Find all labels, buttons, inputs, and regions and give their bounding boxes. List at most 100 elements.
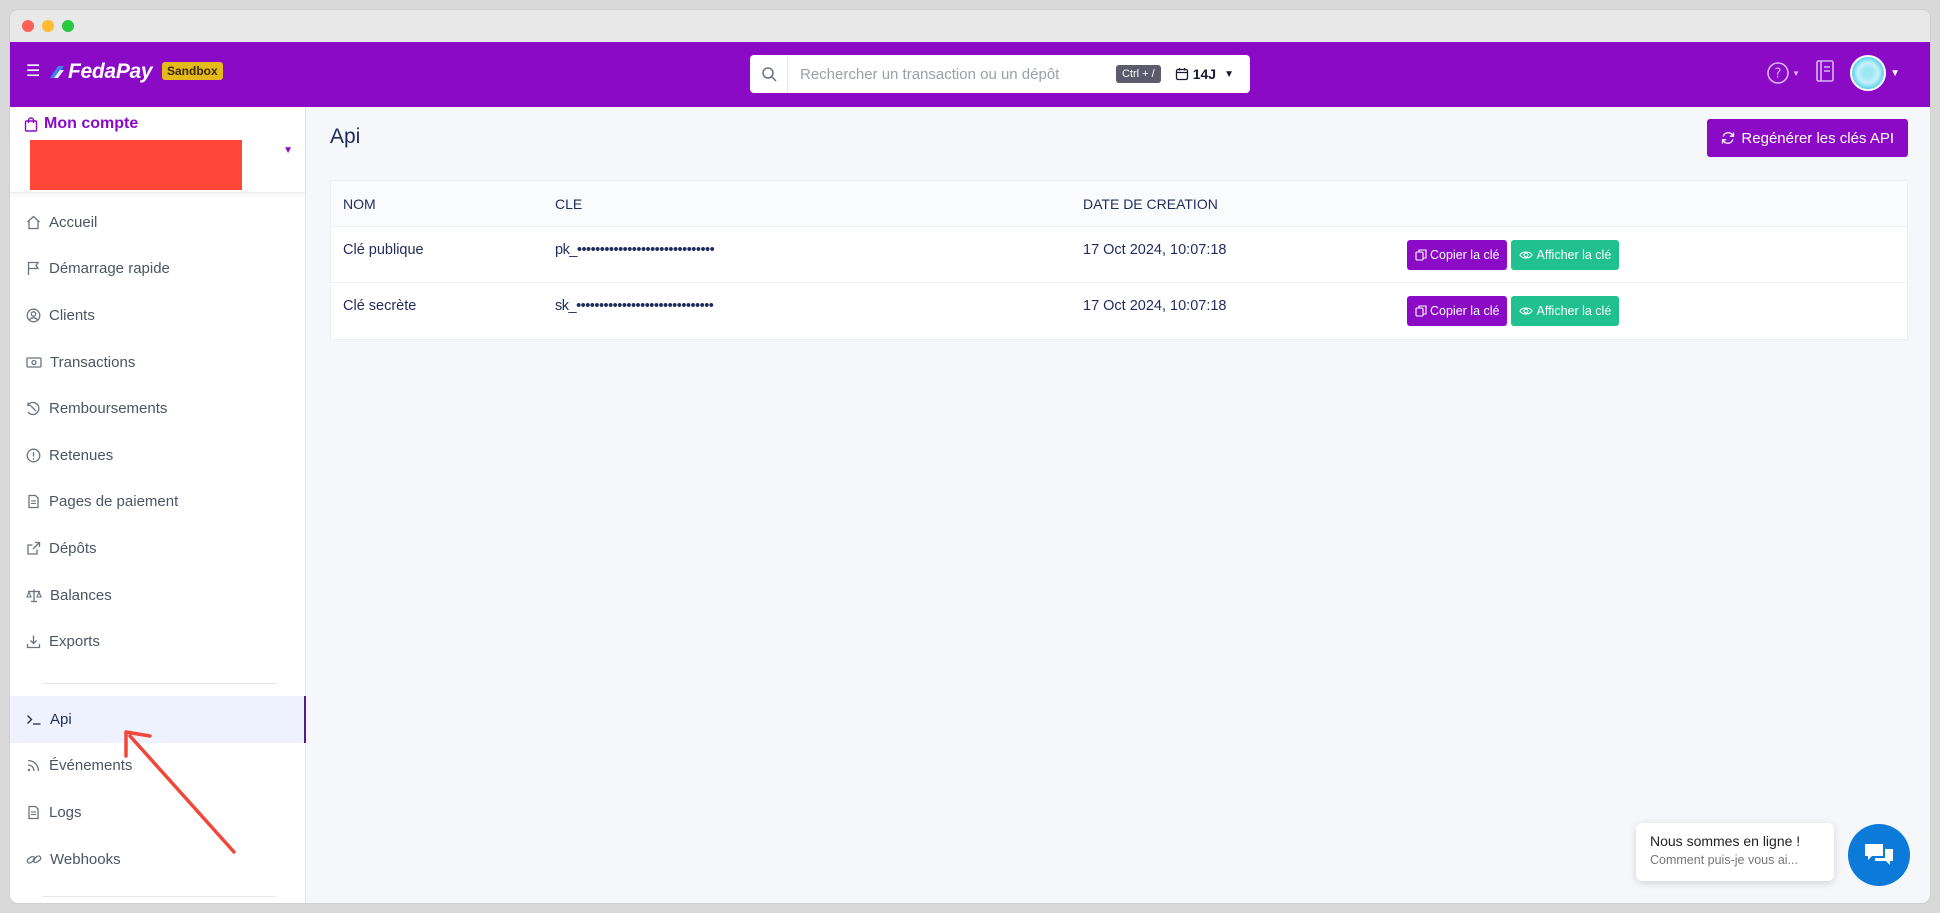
window-titlebar	[10, 10, 1930, 42]
chat-icon	[1865, 844, 1893, 865]
sidebar-item-label: Logs	[49, 803, 82, 821]
minimize-window-button[interactable]	[42, 20, 54, 32]
sidebar-item-label: Clients	[49, 306, 95, 324]
sidebar-item-transactions[interactable]: Transactions	[10, 339, 306, 386]
refresh-icon	[1722, 132, 1735, 144]
sidebar-item-label: Remboursements	[49, 400, 168, 418]
chevron-down-icon[interactable]: ▼	[1890, 68, 1900, 79]
key-actions: Copier la clé Afficher la clé	[1407, 296, 1907, 326]
sidebar-item-logs[interactable]: Logs	[10, 789, 306, 836]
refund-icon	[27, 402, 40, 416]
logo-text: FedaPay	[68, 60, 153, 83]
sidebar-item-webhooks[interactable]: Webhooks	[10, 836, 306, 883]
column-header-cle: CLE	[555, 195, 583, 212]
chat-greeting-subtitle: Comment puis-je vous ai...	[1650, 853, 1798, 867]
flag-icon	[27, 262, 40, 276]
sidebar-item-label: Dépôts	[49, 539, 97, 557]
sidebar-item-accueil[interactable]: Accueil	[10, 199, 306, 246]
copy-icon	[1415, 305, 1427, 317]
hamburger-icon[interactable]: ☰	[26, 64, 40, 80]
copy-icon	[1415, 248, 1427, 261]
maximize-window-button[interactable]	[62, 20, 74, 32]
regenerate-keys-button[interactable]: Regénérer les clés API	[1707, 119, 1908, 157]
sidebar-item-pages-de-paiement[interactable]: Pages de paiement	[10, 479, 306, 526]
top-navbar: ☰ FedaPay Sandbox Ctrl + / 14J ▼ ? ▼	[10, 42, 1930, 107]
copy-key-label: Copier la clé	[1430, 304, 1500, 318]
sidebar-item-label: Api	[50, 710, 72, 728]
logo-mark-icon	[50, 66, 64, 78]
key-value: sk_••••••••••••••••••••••••••••••	[555, 298, 714, 314]
sidebar-item-label: Transactions	[50, 353, 136, 371]
sidebar-item-label: Exports	[49, 633, 100, 651]
sidebar-item-evenements[interactable]: Événements	[10, 743, 306, 790]
sidebar-item-api[interactable]: Api	[10, 695, 306, 743]
column-header-nom: NOM	[343, 195, 376, 212]
chevron-down-icon: ▼	[1792, 68, 1801, 78]
file-icon	[28, 805, 39, 820]
chat-launcher-button[interactable]	[1848, 824, 1910, 886]
sidebar-item-remboursements[interactable]: Remboursements	[10, 385, 306, 432]
copy-key-label: Copier la clé	[1430, 247, 1500, 262]
main-content: Api Regénérer les clés API NOM CLE DATE …	[306, 107, 1930, 903]
redacted-account-name	[30, 140, 242, 190]
link-icon	[26, 854, 42, 864]
copy-key-button[interactable]: Copier la clé	[1407, 239, 1508, 270]
help-circle-icon: ?	[1767, 62, 1789, 84]
sidebar-nav: Accueil Démarrage rapide Clients Transac…	[10, 199, 306, 903]
table-row: Clé publique pk_••••••••••••••••••••••••…	[331, 227, 1907, 283]
sidebar-item-label: Démarrage rapide	[49, 260, 170, 278]
rss-icon	[27, 760, 40, 772]
book-icon	[1816, 59, 1834, 82]
regenerate-keys-label: Regénérer les clés API	[1741, 129, 1894, 147]
sidebar-divider	[42, 682, 276, 684]
close-window-button[interactable]	[22, 20, 34, 32]
sidebar-item-retenues[interactable]: Retenues	[10, 432, 306, 479]
table-header: NOM CLE DATE DE CREATION	[331, 181, 1907, 227]
key-created-date: 17 Oct 2024, 10:07:18	[1083, 298, 1227, 314]
copy-key-button[interactable]: Copier la clé	[1407, 296, 1508, 326]
key-name: Clé publique	[343, 242, 424, 258]
show-key-button[interactable]: Afficher la clé	[1511, 239, 1620, 270]
chevron-down-icon: ▼	[1224, 68, 1234, 80]
shopping-bag-icon	[24, 116, 38, 132]
avatar[interactable]	[1850, 55, 1887, 91]
sidebar-item-label: Balances	[50, 586, 112, 604]
api-keys-table: NOM CLE DATE DE CREATION Clé publique pk…	[330, 180, 1908, 340]
key-name: Clé secrète	[343, 298, 417, 314]
sidebar-item-balances[interactable]: Balances	[10, 572, 306, 619]
user-circle-icon	[26, 308, 41, 323]
topbar-actions: ? ▼ ▼	[1766, 55, 1900, 91]
sidebar-item-demarrage-rapide[interactable]: Démarrage rapide	[10, 246, 306, 293]
account-switcher[interactable]: Mon compte ▼	[10, 107, 305, 193]
sidebar-item-depots[interactable]: Dépôts	[10, 525, 306, 572]
home-icon	[27, 215, 40, 229]
help-menu-button[interactable]: ? ▼	[1766, 61, 1800, 85]
sidebar-item-clients[interactable]: Clients	[10, 292, 306, 339]
calendar-icon	[1175, 68, 1188, 81]
key-value: pk_••••••••••••••••••••••••••••••	[555, 242, 715, 258]
table-row: Clé secrète sk_•••••••••••••••••••••••••…	[331, 283, 1907, 339]
chevron-down-icon[interactable]: ▼	[283, 145, 293, 156]
sidebar-item-label: Retenues	[49, 446, 114, 464]
download-icon	[26, 635, 41, 649]
sidebar-item-label: Accueil	[49, 213, 98, 231]
sidebar-item-exports[interactable]: Exports	[10, 618, 306, 665]
alert-circle-icon	[26, 448, 41, 463]
sidebar-item-label: Pages de paiement	[49, 493, 179, 511]
eye-icon	[1519, 307, 1534, 315]
fedapay-logo[interactable]: FedaPay	[50, 60, 153, 84]
date-range-dropdown[interactable]: 14J ▼	[1175, 66, 1234, 82]
column-header-date: DATE DE CREATION	[1083, 195, 1218, 212]
search-input[interactable]	[788, 65, 1108, 83]
chat-greeting-title: Nous sommes en ligne !	[1650, 833, 1801, 849]
page-title: Api	[330, 125, 361, 148]
sidebar: Mon compte ▼ Accueil Démarrage rapide Cl…	[10, 107, 306, 903]
search-shortcut-badge: Ctrl + /	[1116, 65, 1161, 83]
show-key-button[interactable]: Afficher la clé	[1511, 296, 1620, 326]
show-key-label: Afficher la clé	[1536, 247, 1612, 262]
chat-greeting-bubble[interactable]: Nous sommes en ligne ! Comment puis-je v…	[1636, 823, 1834, 881]
documentation-button[interactable]	[1814, 59, 1836, 88]
date-range-label: 14J	[1192, 66, 1217, 82]
search-icon	[750, 55, 788, 93]
browser-window: ☰ FedaPay Sandbox Ctrl + / 14J ▼ ? ▼	[10, 10, 1930, 903]
